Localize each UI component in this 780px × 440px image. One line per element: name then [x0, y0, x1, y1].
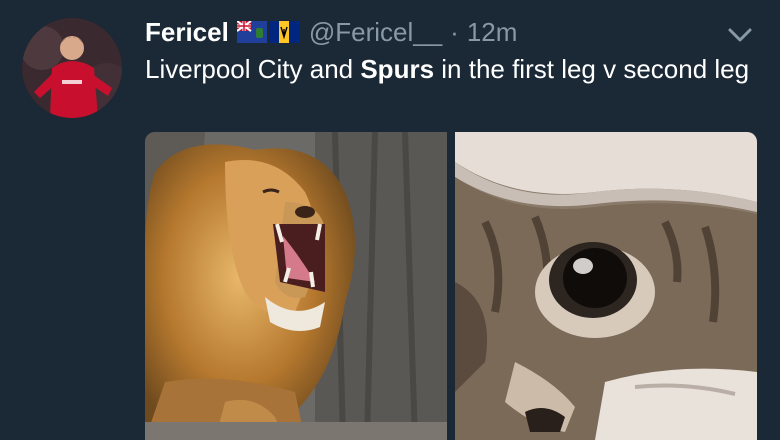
- flag-icon-bvi: [236, 21, 267, 43]
- tweet-timestamp[interactable]: 12m: [467, 17, 518, 48]
- flag-emojis: [236, 21, 299, 43]
- kitten-peeking-image[interactable]: [455, 132, 757, 440]
- author-name[interactable]: Fericel: [145, 17, 229, 48]
- tweet-media: [145, 132, 757, 440]
- lion-roaring-image[interactable]: [145, 132, 447, 440]
- tweet-text-bold: Spurs: [360, 54, 435, 84]
- tweet-text-end: in the first leg v second leg: [434, 54, 750, 84]
- tweet-text-start: Liverpool City and: [145, 54, 361, 84]
- chevron-down-icon[interactable]: [724, 20, 756, 48]
- tweet-header: Fericel @Fericel__ · 12m: [145, 14, 760, 50]
- tweet-text: Liverpool City and Spurs in the first le…: [145, 52, 755, 86]
- avatar[interactable]: [22, 18, 122, 118]
- author-handle[interactable]: @Fericel__: [309, 17, 442, 48]
- separator-dot: ·: [450, 16, 459, 47]
- flag-icon-barbados: [268, 21, 299, 43]
